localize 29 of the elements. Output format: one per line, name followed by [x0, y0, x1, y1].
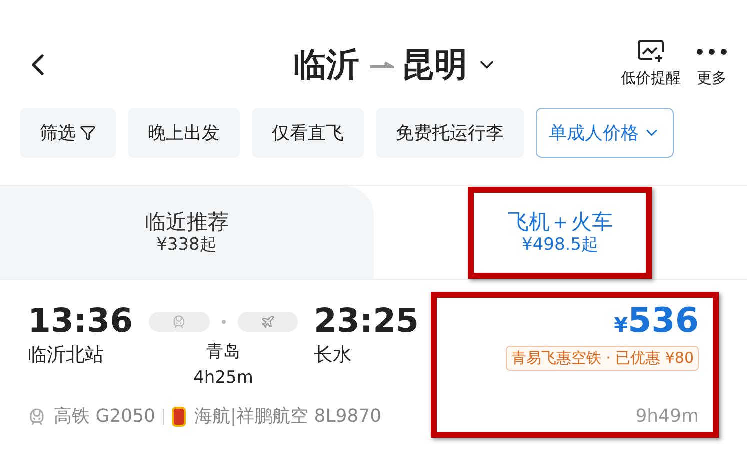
filter-chip[interactable]: 仅看直飞 — [252, 108, 364, 158]
destination-city: 昆明 — [402, 44, 468, 86]
price: ¥536 — [614, 304, 699, 338]
train-icon — [172, 315, 186, 329]
tab[interactable]: 临近推荐 ¥338起 — [144, 208, 229, 256]
train-icon — [28, 408, 46, 426]
filter-chip[interactable]: 筛选 — [20, 108, 116, 158]
origin-city: 临沂 — [294, 44, 360, 86]
tab[interactable]: 飞机＋火车 ¥498.5起 — [508, 208, 613, 256]
transfer-city: 青岛 — [206, 341, 240, 364]
more-button[interactable]: 更多 — [697, 49, 727, 90]
filter-chip[interactable]: 晚上出发 — [128, 108, 240, 158]
departure-station: 临沂北站 — [28, 343, 105, 368]
price-alert-button[interactable]: 低价提醒 — [621, 39, 681, 90]
promo-tag: 青易飞惠空铁 · 已优惠 ¥80 — [506, 346, 699, 370]
leg-info: 海航|祥鹏航空 8L9870 — [194, 405, 382, 429]
arrival-time: 23:25 — [314, 300, 419, 342]
total-duration: 9h49m — [636, 405, 699, 429]
leg-info: 高铁 G2050 — [54, 405, 156, 429]
airline-logo-icon — [172, 406, 186, 426]
plane-icon — [260, 315, 275, 329]
filter-chip[interactable]: 免费托运行李 — [376, 108, 524, 158]
departure-time: 13:36 — [28, 300, 134, 342]
transfer-duration: 4h25m — [194, 366, 254, 390]
arrival-station: 长水 — [314, 343, 353, 368]
more-icon — [697, 49, 727, 56]
filter-icon — [80, 125, 96, 141]
price-chart-icon — [637, 39, 665, 64]
price-type-dropdown[interactable]: 单成人价格 — [536, 108, 674, 158]
